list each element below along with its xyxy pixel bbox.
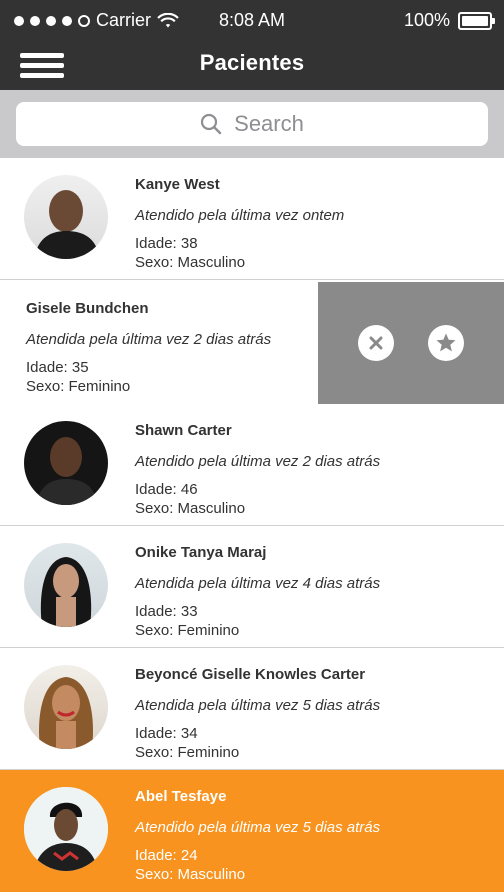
patient-sex: Sexo: Masculino bbox=[135, 500, 246, 517]
app-screen: Carrier 8:08 AM 100% Pacientes Search Ka… bbox=[0, 0, 504, 892]
navigation-bar: Pacientes bbox=[0, 42, 504, 90]
status-bar: Carrier 8:08 AM 100% bbox=[0, 0, 504, 42]
patient-sex: Sexo: Masculino bbox=[135, 254, 246, 271]
patient-age: Idade: 38 bbox=[135, 235, 198, 252]
patient-info: Shawn Carter Atendido pela última vez 2 … bbox=[135, 422, 496, 518]
swipe-actions bbox=[318, 282, 504, 404]
patient-age: Idade: 35 bbox=[26, 359, 89, 376]
patient-row[interactable]: Shawn Carter Atendido pela última vez 2 … bbox=[0, 404, 504, 526]
patient-age: Idade: 33 bbox=[135, 603, 198, 620]
patient-row[interactable]: Kanye West Atendido pela última vez onte… bbox=[0, 158, 504, 280]
patient-info: Abel Tesfaye Atendido pela última vez 5 … bbox=[135, 788, 496, 884]
patient-age: Idade: 24 bbox=[135, 847, 198, 864]
star-icon bbox=[436, 333, 456, 352]
avatar bbox=[24, 787, 108, 871]
patient-name: Gisele Bundchen bbox=[26, 300, 149, 317]
patient-name: Beyoncé Giselle Knowles Carter bbox=[135, 666, 366, 683]
last-visit: Atendida pela última vez 2 dias atrás bbox=[26, 331, 272, 348]
battery-percent: 100% bbox=[403, 10, 450, 30]
patient-name: Abel Tesfaye bbox=[135, 788, 227, 805]
avatar bbox=[24, 665, 108, 749]
last-visit: Atendida pela última vez 4 dias atrás bbox=[135, 575, 381, 592]
patient-info: Gisele Bundchen Atendida pela última vez… bbox=[26, 300, 310, 396]
patient-list: Kanye West Atendido pela última vez onte… bbox=[0, 158, 504, 892]
avatar bbox=[24, 175, 108, 259]
patient-row[interactable]: Beyoncé Giselle Knowles Carter Atendida … bbox=[0, 648, 504, 770]
search-input[interactable]: Search bbox=[16, 102, 488, 146]
delete-button[interactable] bbox=[358, 325, 394, 361]
patient-info: Kanye West Atendido pela última vez onte… bbox=[135, 176, 496, 272]
patient-age: Idade: 46 bbox=[135, 481, 198, 498]
patient-sex: Sexo: Feminino bbox=[135, 622, 240, 639]
patient-info: Onike Tanya Maraj Atendida pela última v… bbox=[135, 544, 496, 640]
search-icon bbox=[201, 113, 222, 135]
divider bbox=[0, 279, 504, 280]
favorite-button[interactable] bbox=[428, 325, 464, 361]
patient-row-swiped[interactable]: Gisele Bundchen Atendida pela última vez… bbox=[0, 282, 504, 404]
search-bar: Search bbox=[0, 90, 504, 158]
page-title: Pacientes bbox=[199, 50, 305, 75]
patient-sex: Sexo: Feminino bbox=[26, 378, 131, 395]
last-visit: Atendida pela última vez 5 dias atrás bbox=[135, 697, 381, 714]
last-visit: Atendido pela última vez 2 dias atrás bbox=[135, 453, 381, 470]
patient-sex: Sexo: Feminino bbox=[135, 744, 240, 761]
patient-name: Kanye West bbox=[135, 176, 220, 193]
patient-info: Beyoncé Giselle Knowles Carter Atendida … bbox=[135, 666, 496, 762]
search-placeholder: Search bbox=[234, 111, 304, 136]
patient-name: Onike Tanya Maraj bbox=[135, 544, 267, 561]
battery-icon bbox=[458, 11, 495, 30]
patient-row-selected[interactable]: Abel Tesfaye Atendido pela última vez 5 … bbox=[0, 770, 504, 892]
last-visit: Atendido pela última vez ontem bbox=[135, 207, 345, 224]
avatar bbox=[24, 543, 108, 627]
patient-row-content: Gisele Bundchen Atendida pela última vez… bbox=[0, 282, 318, 404]
close-icon bbox=[369, 336, 383, 350]
patient-row[interactable]: Onike Tanya Maraj Atendida pela última v… bbox=[0, 526, 504, 648]
avatar bbox=[24, 421, 108, 505]
last-visit: Atendido pela última vez 5 dias atrás bbox=[135, 819, 381, 836]
battery-status: 100% bbox=[403, 10, 495, 31]
patient-age: Idade: 34 bbox=[135, 725, 198, 742]
patient-sex: Sexo: Masculino bbox=[135, 866, 246, 883]
patient-name: Shawn Carter bbox=[135, 422, 232, 439]
